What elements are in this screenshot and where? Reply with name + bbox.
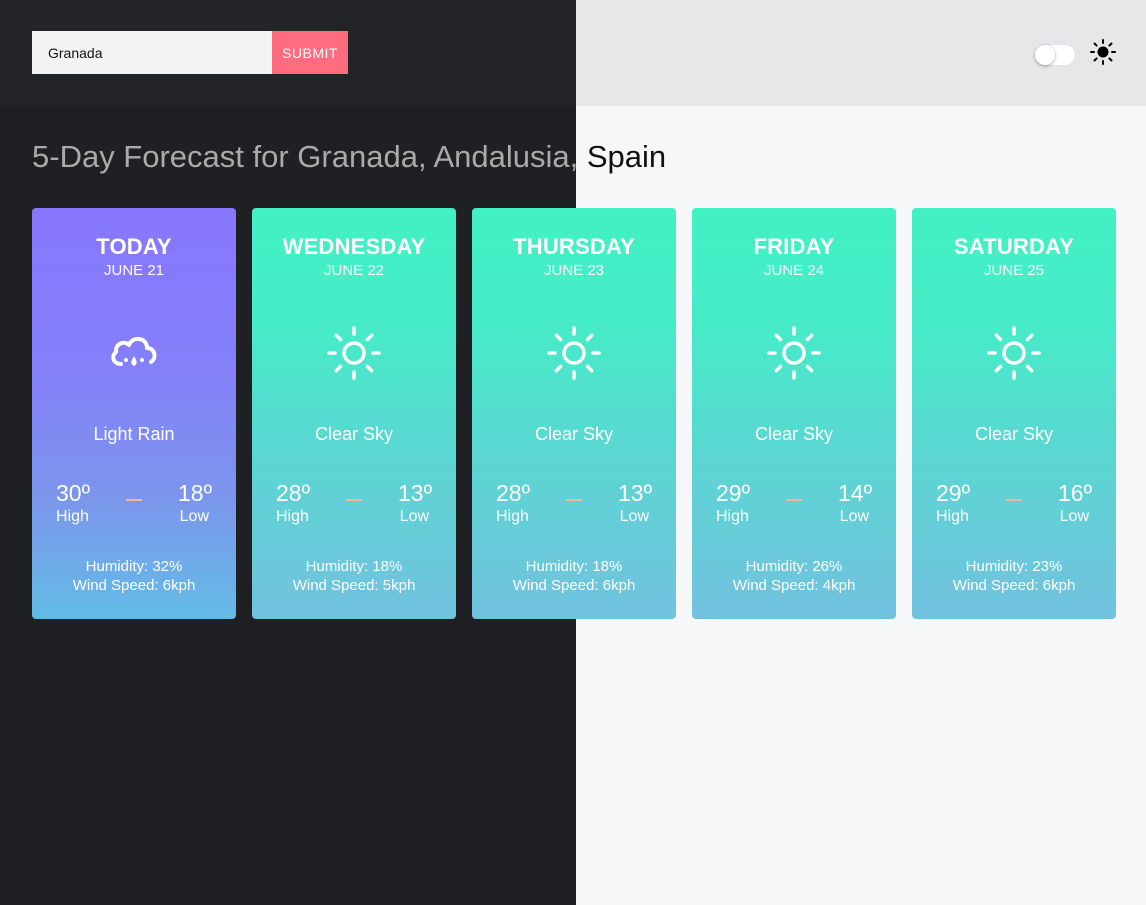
day-date: JUNE 24 [763, 262, 825, 279]
day-name: WEDNESDAY [282, 234, 426, 259]
low-temp: 16º [1058, 480, 1092, 506]
high-temp: 28º [276, 480, 310, 506]
forecast-card: THURSDAY JUNE 23 Clear Sky 28º High 13º … [472, 208, 676, 619]
forecast-card: WEDNESDAY JUNE 22 Clear Sky 28º High 13º… [252, 208, 456, 619]
high-temp: 29º [936, 480, 970, 506]
day-name: THURSDAY [513, 234, 635, 259]
humidity-text: Humidity: 18% [525, 558, 623, 575]
temp-divider [1006, 499, 1022, 501]
wind-speed-text: Wind Speed: 6kph [72, 577, 196, 594]
low-temp: 18º [178, 480, 212, 506]
high-label: High [716, 508, 749, 525]
humidity-text: Humidity: 23% [965, 558, 1063, 575]
temp-divider [566, 499, 582, 501]
wind-speed-text: Wind Speed: 5kph [292, 577, 416, 594]
wind-speed-text: Wind Speed: 4kph [732, 577, 856, 594]
low-label: Low [839, 508, 869, 525]
condition-text: Clear Sky [534, 424, 614, 444]
low-temp: 13º [618, 480, 652, 506]
high-label: High [276, 508, 309, 525]
low-label: Low [399, 508, 429, 525]
high-label: High [936, 508, 969, 525]
day-name: TODAY [96, 234, 172, 259]
low-label: Low [1059, 508, 1089, 525]
day-date: JUNE 21 [103, 262, 165, 279]
high-temp: 28º [496, 480, 530, 506]
low-temp: 13º [398, 480, 432, 506]
day-name: SATURDAY [953, 234, 1075, 259]
forecast-card: SATURDAY JUNE 25 Clear Sky 29º High 16º … [912, 208, 1116, 619]
day-date: JUNE 25 [983, 262, 1045, 279]
high-label: High [496, 508, 529, 525]
day-name: FRIDAY [753, 234, 835, 259]
humidity-text: Humidity: 26% [745, 558, 843, 575]
condition-text: Clear Sky [314, 424, 394, 444]
temp-divider [786, 499, 802, 501]
forecast-card: TODAY JUNE 21 Light Rain 30º High 18º Lo… [32, 208, 236, 619]
low-label: Low [179, 508, 209, 525]
low-temp: 14º [838, 480, 872, 506]
condition-text: Light Rain [93, 424, 175, 444]
temp-divider [346, 499, 362, 501]
wind-speed-text: Wind Speed: 6kph [512, 577, 636, 594]
sun-icon [767, 326, 821, 380]
day-date: JUNE 22 [323, 262, 385, 279]
rain-cloud-icon [111, 337, 157, 366]
humidity-text: Humidity: 32% [85, 558, 183, 575]
low-label: Low [619, 508, 649, 525]
condition-text: Clear Sky [754, 424, 834, 444]
sun-icon [987, 326, 1041, 380]
temp-divider [126, 499, 142, 501]
day-date: JUNE 23 [543, 262, 605, 279]
high-temp: 30º [56, 480, 90, 506]
condition-text: Clear Sky [974, 424, 1054, 444]
humidity-text: Humidity: 18% [305, 558, 403, 575]
forecast-cards: TODAY JUNE 21 Light Rain 30º High 18º Lo… [32, 208, 1116, 619]
high-label: High [56, 508, 89, 525]
page-title: 5-Day Forecast for Granada, Andalusia, S… [32, 139, 576, 174]
wind-speed-text: Wind Speed: 6kph [952, 577, 1076, 594]
sun-icon [327, 326, 381, 380]
sun-icon [547, 326, 601, 380]
high-temp: 29º [716, 480, 750, 506]
forecast-card: FRIDAY JUNE 24 Clear Sky 29º High 14º Lo… [692, 208, 896, 619]
